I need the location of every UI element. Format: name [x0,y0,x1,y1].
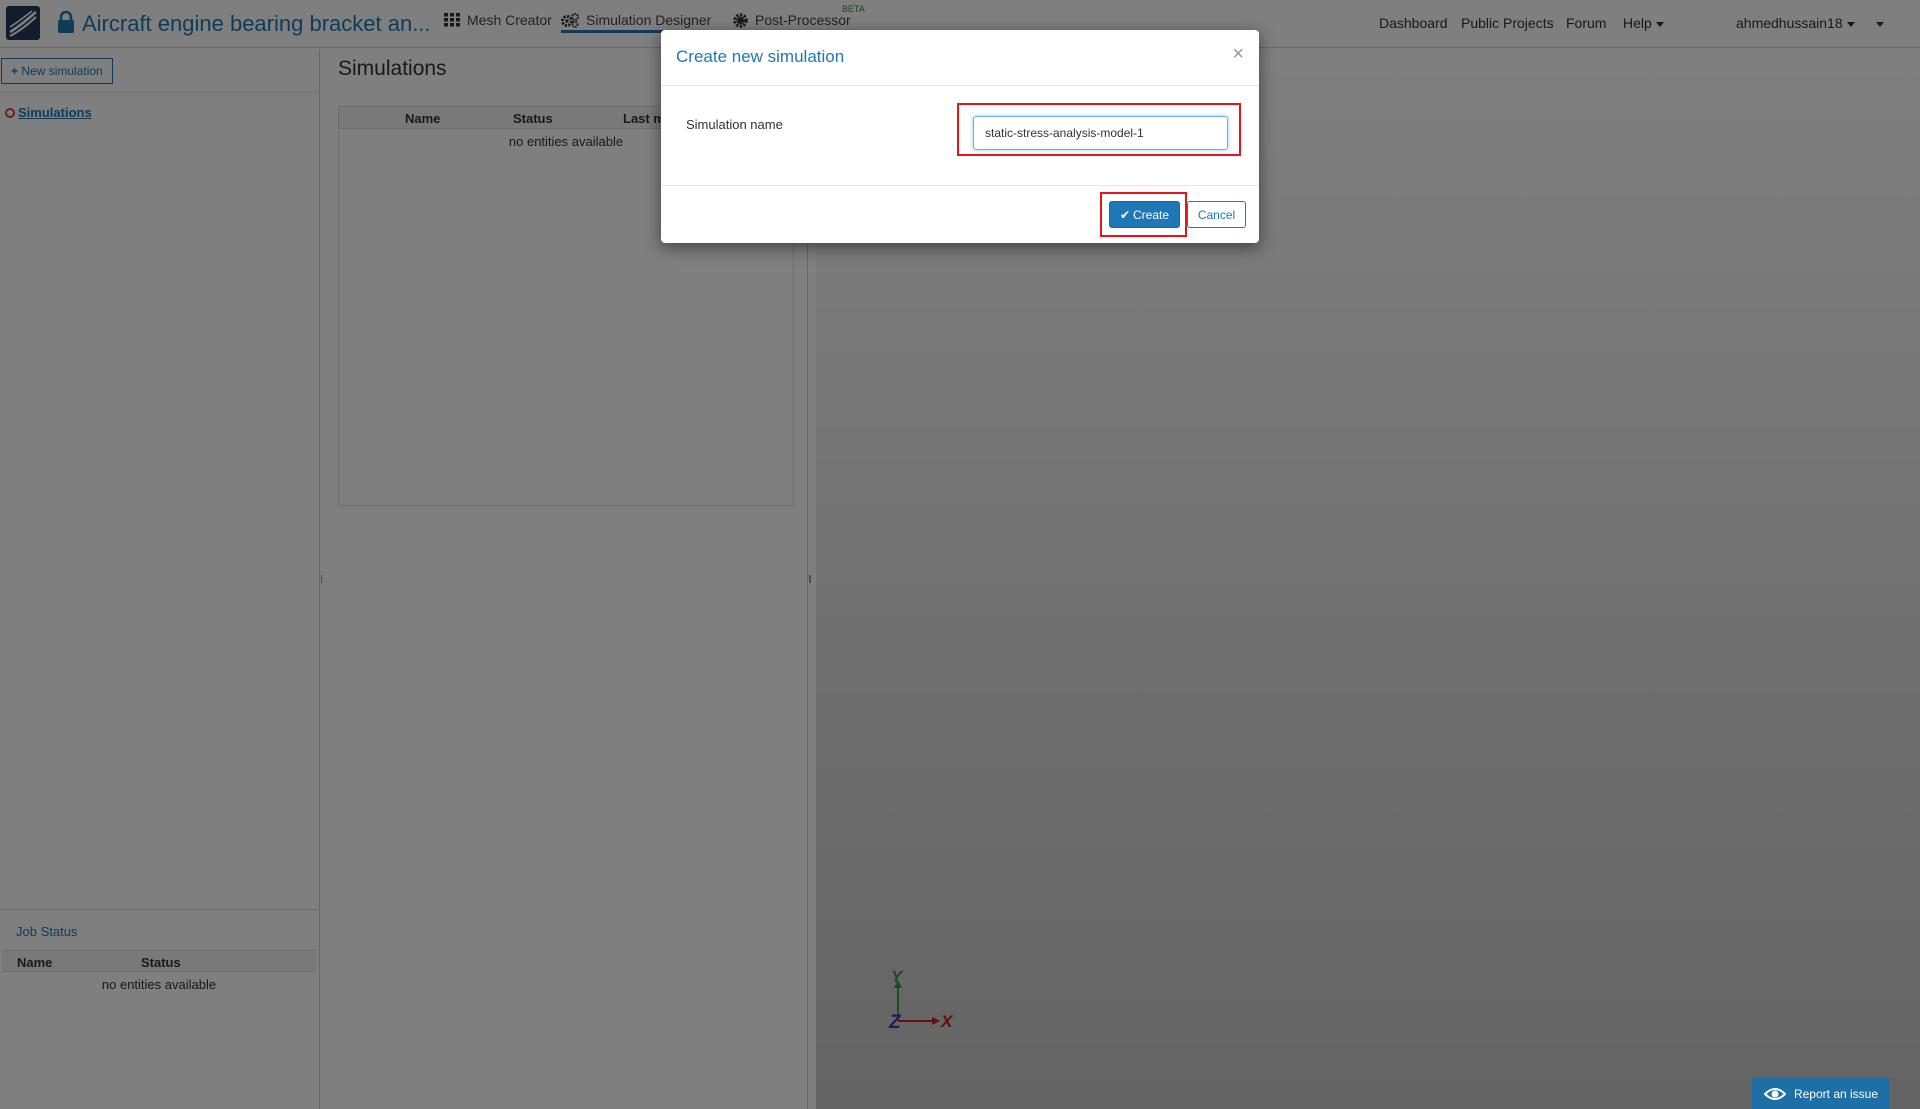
checkmark-icon: ✔ [1119,207,1131,222]
create-simulation-dialog: Create new simulation × Simulation name … [661,30,1259,243]
report-issue-label: Report an issue [1793,1086,1879,1101]
create-label: Create [1133,207,1170,222]
report-issue-button[interactable]: Report an issue [1752,1078,1890,1109]
divider [661,185,1259,186]
dialog-title: Create new simulation [676,47,845,66]
simulation-name-label: Simulation name [686,117,783,132]
close-icon[interactable]: × [1232,44,1244,64]
divider [661,85,1259,86]
simulation-name-input[interactable] [973,116,1228,150]
cancel-button[interactable]: Cancel [1187,201,1246,228]
create-button[interactable]: ✔ Create [1109,201,1180,228]
eye-icon [1763,1087,1786,1100]
